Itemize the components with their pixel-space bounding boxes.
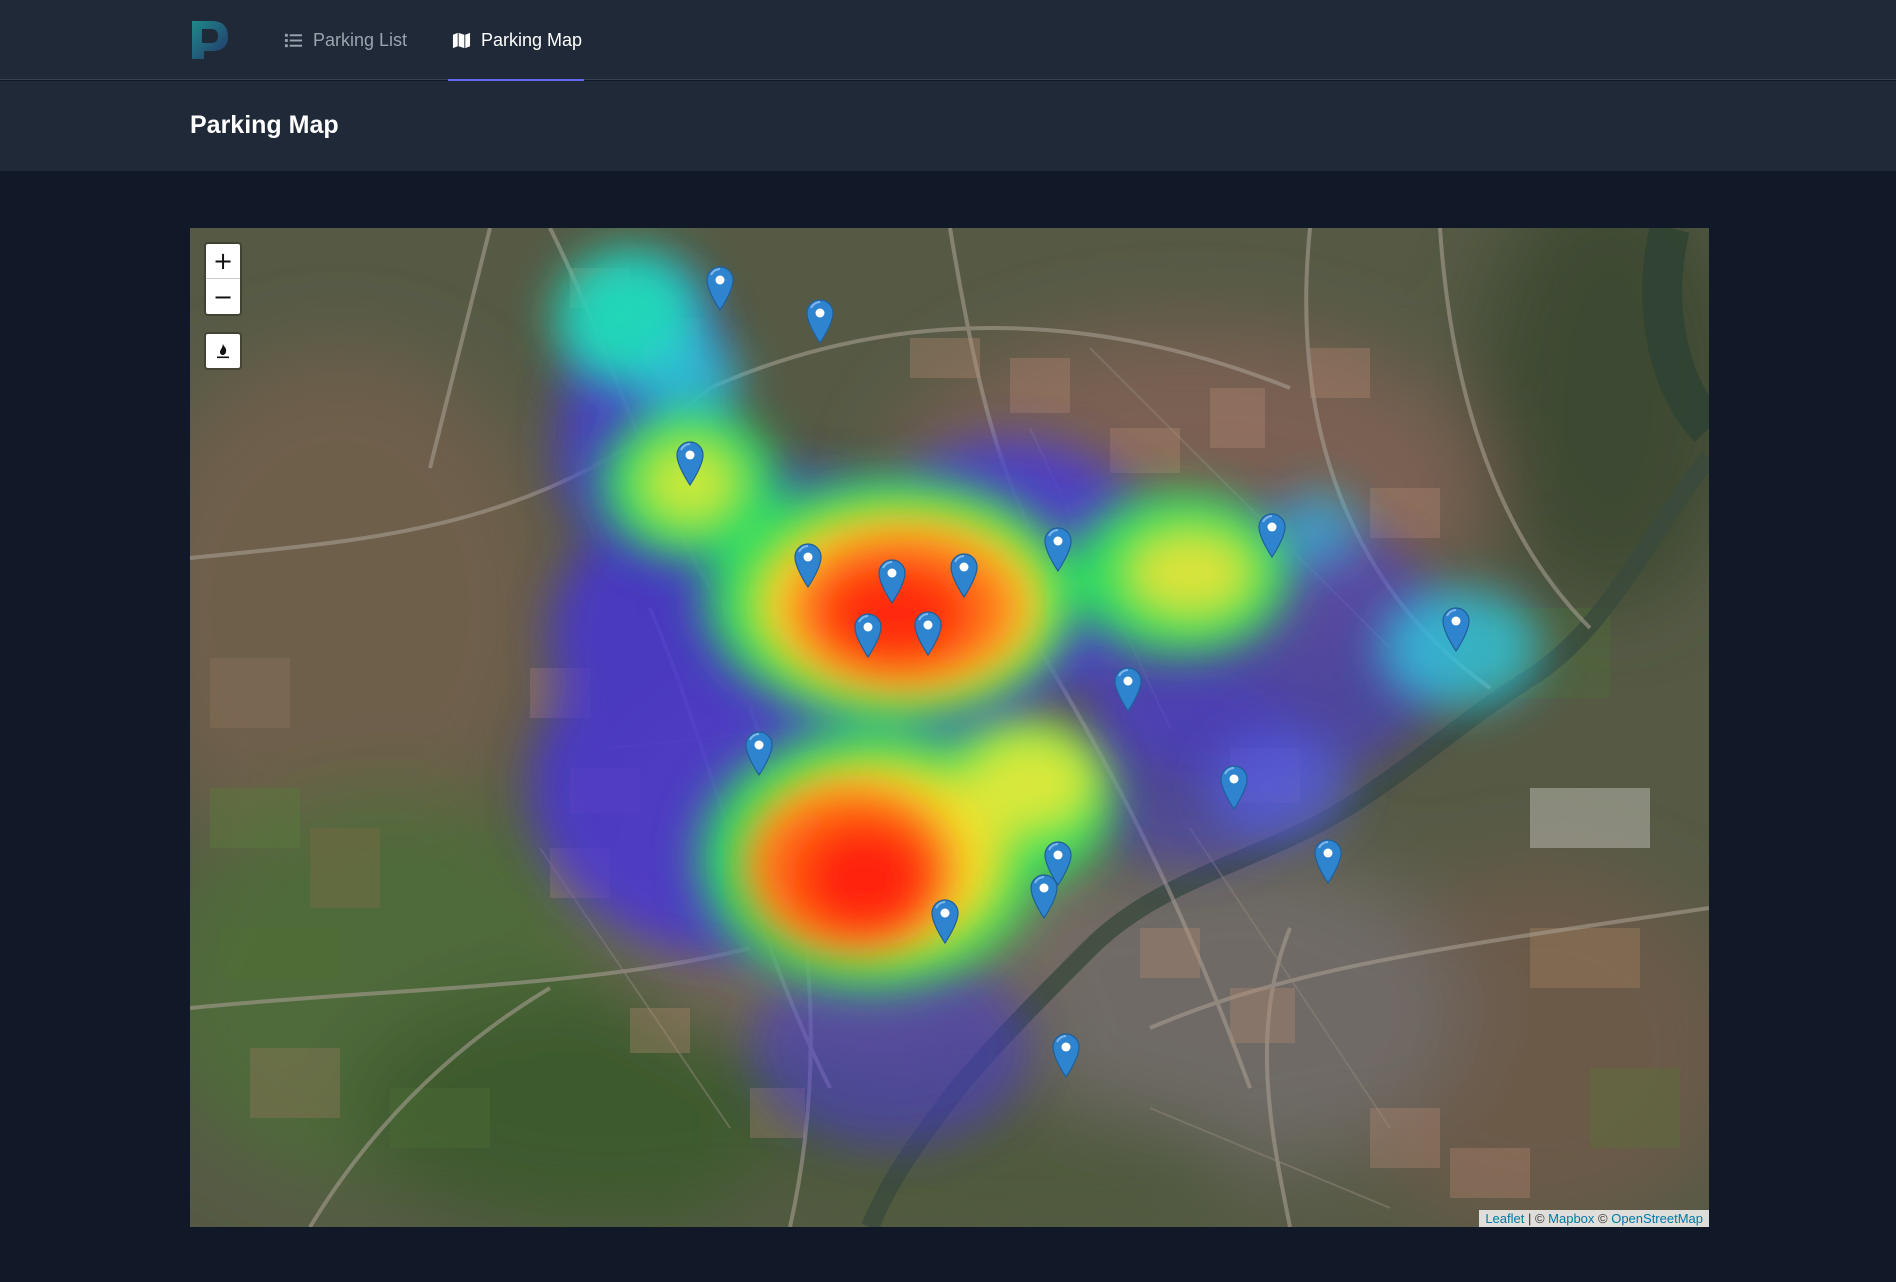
parking-marker[interactable] (1051, 1032, 1081, 1078)
nav-parking-list[interactable]: Parking List (284, 0, 407, 80)
parking-marker[interactable] (793, 542, 823, 588)
map-icon (452, 32, 471, 48)
nav-parking-list-label: Parking List (313, 29, 408, 50)
openstreetmap-link[interactable]: OpenStreetMap (1611, 1211, 1703, 1226)
parking-marker[interactable] (930, 898, 960, 944)
parking-marker[interactable] (1029, 873, 1059, 919)
parking-marker[interactable] (675, 440, 705, 486)
parking-marker[interactable] (1043, 526, 1073, 572)
top-navbar: Parking List Parking Map (0, 0, 1896, 81)
map-attribution: Leaflet | © Mapbox © OpenStreetMap (1479, 1210, 1709, 1227)
satellite-basemap[interactable] (190, 228, 1709, 1227)
zoom-control: + − (204, 242, 242, 316)
parking-marker[interactable] (1113, 666, 1143, 712)
heatmap-icon (217, 344, 229, 359)
heatmap-toggle-button[interactable] (204, 332, 242, 370)
app-logo[interactable] (190, 19, 230, 61)
parking-marker[interactable] (1219, 764, 1249, 810)
mapbox-link[interactable]: Mapbox (1548, 1211, 1594, 1226)
parking-marker[interactable] (1441, 606, 1471, 652)
zoom-in-button[interactable]: + (206, 244, 240, 279)
parking-marker[interactable] (853, 612, 883, 658)
parking-marker[interactable] (913, 610, 943, 656)
nav-parking-map[interactable]: Parking Map (448, 0, 584, 81)
parking-marker[interactable] (805, 298, 835, 344)
list-icon (284, 33, 303, 47)
zoom-out-button[interactable]: − (206, 279, 240, 314)
page-title: Parking Map (190, 111, 339, 139)
attribution-separator: | © (1524, 1211, 1549, 1226)
attribution-separator: © (1594, 1211, 1612, 1226)
page-header: Parking Map (0, 81, 1896, 171)
parking-marker[interactable] (1313, 838, 1343, 884)
parking-marker[interactable] (705, 265, 735, 311)
parking-marker[interactable] (877, 558, 907, 604)
parking-map[interactable]: + − Leaflet | © Mapbox © OpenStreetMap (190, 228, 1709, 1227)
parking-marker[interactable] (1257, 512, 1287, 558)
parking-marker[interactable] (949, 552, 979, 598)
leaflet-link[interactable]: Leaflet (1485, 1211, 1524, 1226)
nav-parking-map-label: Parking Map (481, 29, 583, 50)
parking-marker[interactable] (744, 730, 774, 776)
